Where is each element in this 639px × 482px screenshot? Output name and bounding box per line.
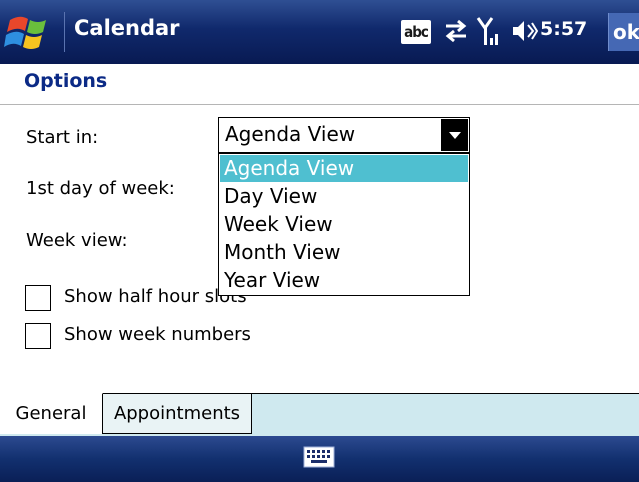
start-in-value: Agenda View — [225, 122, 356, 146]
start-in-dropdown-list: Agenda View Day View Week View Month Vie… — [218, 153, 470, 296]
page-title: Options — [24, 70, 108, 92]
title-separator — [64, 12, 65, 52]
signal-strength-icon[interactable] — [476, 14, 502, 52]
menu-bar — [0, 436, 639, 482]
week-numbers-checkbox[interactable] — [25, 323, 51, 349]
title-bar: Calendar abc 5:57 ok — [0, 0, 639, 64]
first-day-of-week-label: 1st day of week: — [26, 178, 175, 199]
connection-arrows-icon[interactable] — [442, 16, 470, 50]
dropdown-arrow-icon[interactable] — [441, 119, 468, 151]
tab-general[interactable]: General — [0, 393, 103, 434]
start-in-label: Start in: — [26, 127, 99, 148]
tab-bar: General Appointments — [0, 393, 639, 436]
half-hour-slots-checkbox[interactable] — [25, 285, 51, 311]
week-view-label: Week view: — [26, 230, 128, 251]
week-numbers-label[interactable]: Show week numbers — [64, 324, 251, 345]
dropdown-option-week-view[interactable]: Week View — [220, 211, 468, 238]
dropdown-option-month-view[interactable]: Month View — [220, 239, 468, 266]
dropdown-option-agenda-view[interactable]: Agenda View — [220, 155, 468, 182]
speaker-icon[interactable] — [510, 17, 539, 49]
windows-flag-icon — [4, 16, 46, 49]
start-menu-button[interactable] — [4, 10, 60, 54]
dropdown-option-day-view[interactable]: Day View — [220, 183, 468, 210]
ok-button[interactable]: ok — [608, 13, 639, 51]
input-mode-icon[interactable]: abc — [401, 20, 431, 44]
tab-appointments[interactable]: Appointments — [103, 393, 252, 434]
start-in-select[interactable]: Agenda View — [218, 117, 470, 153]
clock[interactable]: 5:57 — [540, 18, 587, 40]
heading-divider — [0, 104, 639, 105]
dropdown-option-year-view[interactable]: Year View — [220, 267, 468, 294]
app-title: Calendar — [74, 16, 180, 40]
keyboard-icon[interactable] — [303, 446, 335, 472]
